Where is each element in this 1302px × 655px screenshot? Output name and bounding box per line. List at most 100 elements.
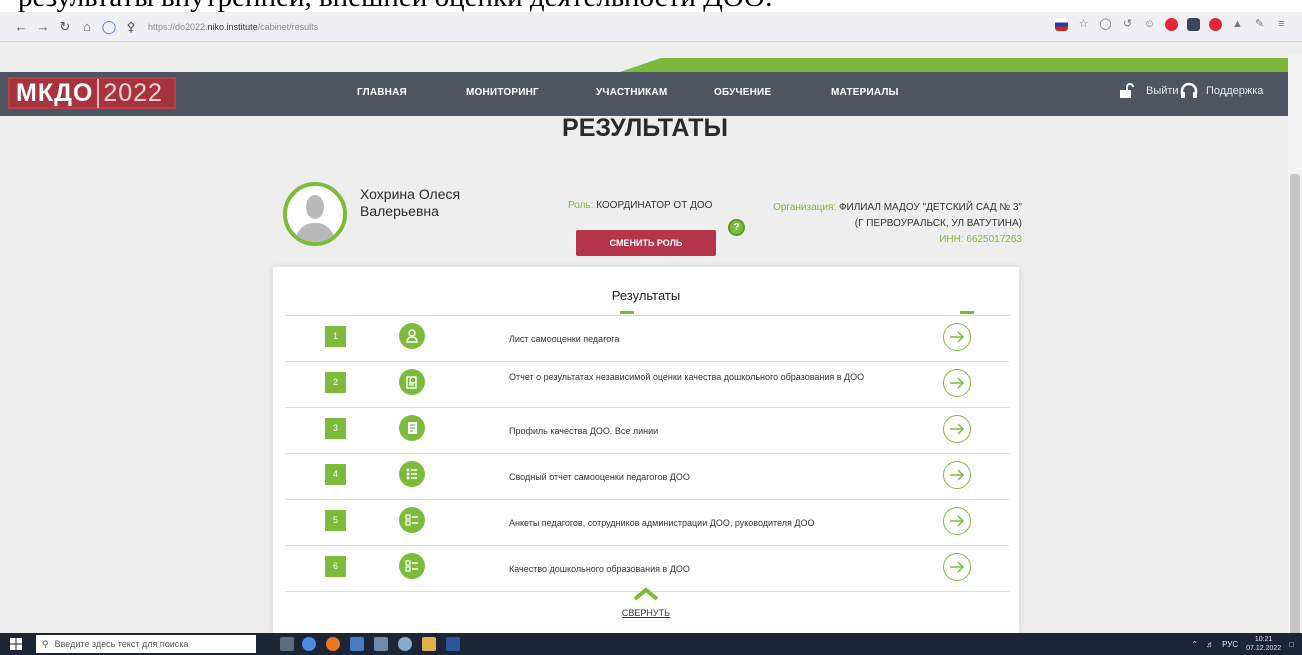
row-text: Отчет о результатах независимой оценки к… [509, 372, 865, 382]
row-text: Профиль качества ДОО. Все линии [509, 426, 659, 436]
results-card: Результаты 1 Лист самооценки педагога 2 … [273, 267, 1019, 633]
arrow-right-icon[interactable] [943, 553, 971, 581]
role-label: Роль: [568, 200, 594, 211]
taskbar-search[interactable]: ⚲ Введите здесь текст для поиска [36, 635, 256, 653]
browser-toolbar: ← → ↻ ⌂ ◯ ⚴ https://do2022.niko.institut… [0, 12, 1302, 42]
shield-icon[interactable]: ◯ [98, 16, 120, 38]
org-value: ФИЛИАЛ МАДОУ "ДЕТСКИЙ САД № 3" (Г ПЕРВОУ… [838, 202, 1022, 229]
arrow-right-icon[interactable] [943, 323, 971, 351]
calculator-icon[interactable] [374, 637, 388, 651]
search-placeholder: Введите здесь текст для поиска [54, 639, 189, 649]
results-title: Результаты [611, 288, 681, 303]
row-number: 4 [325, 464, 346, 485]
menu-item-materials[interactable]: МАТЕРИАЛЫ [831, 87, 899, 98]
clock-time: 10:21 [1254, 636, 1273, 643]
edge-icon[interactable] [302, 637, 316, 651]
firefox-icon[interactable] [326, 637, 340, 651]
row-text: Качество дошкольного образования в ДОО [509, 564, 690, 574]
lock-icon[interactable]: ⚴ [120, 16, 142, 38]
results-row-3[interactable]: 3 Профиль качества ДОО. Все линии [285, 408, 1010, 454]
language-indicator[interactable]: РУС [1222, 640, 1238, 649]
word-icon[interactable] [446, 637, 460, 651]
menu-item-participants[interactable]: УЧАСТНИКАМ [596, 87, 667, 98]
results-row-4[interactable]: 4 Сводный отчет самооценки педагогов ДОО [285, 454, 1010, 500]
menu-item-training[interactable]: ОБУЧЕНИЕ [714, 87, 771, 98]
flag-icon[interactable] [1055, 18, 1068, 31]
account-icon[interactable]: ☺ [1143, 18, 1156, 31]
volume-icon[interactable]: ♬ [1206, 640, 1214, 649]
star-icon[interactable]: ☆ [1077, 18, 1090, 31]
unlock-icon [1120, 83, 1134, 98]
results-row-5[interactable]: 5 Анкеты педагогов, сотрудников админист… [285, 500, 1010, 546]
inn-value: ИНН: 6625017263 [939, 234, 1022, 245]
checklist-icon [399, 553, 425, 579]
page-scrollbar[interactable] [1288, 54, 1302, 633]
row-text: Анкеты педагогов, сотрудников администра… [509, 518, 815, 528]
change-role-button[interactable]: СМЕНИТЬ РОЛЬ [576, 230, 716, 256]
results-list: 1 Лист самооценки педагога 2 Отчет о рез… [285, 315, 1010, 592]
windows-start-icon[interactable] [10, 638, 22, 650]
organization-info: Организация: ФИЛИАЛ МАДОУ "ДЕТСКИЙ САД №… [770, 200, 1022, 248]
extension-red-icon[interactable] [1165, 18, 1178, 31]
logout-link[interactable]: Выйти [1118, 82, 1179, 100]
pocket-icon[interactable]: ◯ [1099, 18, 1112, 31]
search-icon: ⚲ [42, 638, 49, 649]
address-bar[interactable]: https://do2022.niko.institute/cabinet/re… [148, 22, 318, 32]
task-view-icon[interactable] [280, 637, 294, 651]
extensions-bar: ☆ ◯ ↺ ☺ ▲ ✎ ≡ [1055, 18, 1288, 31]
report-icon [399, 369, 425, 395]
row-number: 3 [325, 418, 346, 439]
site-header: МКДО 2022 ГЛАВНАЯ МОНИТОРИНГ УЧАСТНИКАМ О… [0, 72, 1290, 116]
user-name: Хохрина Олеся Валерьевна [360, 186, 461, 219]
menu-item-home[interactable]: ГЛАВНАЯ [357, 87, 407, 98]
checklist-icon [399, 507, 425, 533]
org-label: Организация: [773, 202, 837, 213]
menu-item-monitoring[interactable]: МОНИТОРИНГ [466, 87, 539, 98]
system-tray: ⌃ ♬ РУС 10:21 07.12.2022 □ [1191, 635, 1294, 653]
arrow-column-marker [960, 311, 974, 314]
chevron-up-icon [633, 587, 659, 601]
arrow-right-icon[interactable] [943, 369, 971, 397]
reload-icon[interactable]: ↻ [54, 16, 76, 38]
help-icon[interactable]: ? [728, 219, 745, 236]
role-info: Роль: КООРДИНАТОР ОТ ДОО [568, 200, 712, 211]
site-logo[interactable]: МКДО 2022 [8, 77, 176, 109]
row-number: 6 [325, 556, 346, 577]
scroll-thumb[interactable] [1290, 174, 1300, 633]
logout-label: Выйти [1146, 85, 1179, 97]
tray-up-icon[interactable]: ⌃ [1191, 640, 1198, 649]
decorative-strip [620, 58, 1300, 72]
support-label: Поддержка [1206, 85, 1264, 97]
extension-tool-icon[interactable]: ✎ [1253, 18, 1266, 31]
collapse-button[interactable]: СВЕРНУТЬ [273, 587, 1019, 618]
arrow-right-icon[interactable] [943, 415, 971, 443]
folder-icon[interactable] [422, 637, 436, 651]
row-number: 5 [325, 510, 346, 531]
extension-dark-icon[interactable] [1187, 18, 1200, 31]
notifications-icon[interactable]: □ [1289, 640, 1294, 649]
user-icon [399, 323, 425, 349]
clock[interactable]: 10:21 07.12.2022 [1246, 635, 1281, 653]
row-number: 2 [325, 372, 346, 393]
extension-drive-icon[interactable]: ▲ [1231, 18, 1244, 31]
forward-icon[interactable]: → [32, 16, 54, 38]
os-taskbar: ⚲ Введите здесь текст для поиска ⌃ ♬ РУС … [0, 633, 1302, 655]
list-icon [399, 461, 425, 487]
row-text: Сводный отчет самооценки педагогов ДОО [509, 472, 690, 482]
support-link[interactable]: Поддержка [1179, 82, 1263, 100]
results-row-2[interactable]: 2 Отчет о результатах независимой оценки… [285, 362, 1010, 408]
history-icon[interactable]: ↺ [1121, 18, 1134, 31]
results-row-6[interactable]: 6 Качество дошкольного образования в ДОО [285, 546, 1010, 592]
arrow-right-icon[interactable] [943, 507, 971, 535]
network-app-icon[interactable] [398, 637, 412, 651]
arrow-right-icon[interactable] [943, 461, 971, 489]
results-row-1[interactable]: 1 Лист самооценки педагога [285, 316, 1010, 362]
headphones-icon [1180, 82, 1198, 98]
save-app-icon[interactable] [350, 637, 364, 651]
extension-menu-icon[interactable]: ≡ [1275, 18, 1288, 31]
back-icon[interactable]: ← [10, 16, 32, 38]
home-icon[interactable]: ⌂ [76, 16, 98, 38]
page-viewport: МКДО 2022 ГЛАВНАЯ МОНИТОРИНГ УЧАСТНИКАМ О… [0, 42, 1302, 633]
extension-adblock-icon[interactable] [1209, 18, 1222, 31]
row-text: Лист самооценки педагога [509, 334, 620, 344]
